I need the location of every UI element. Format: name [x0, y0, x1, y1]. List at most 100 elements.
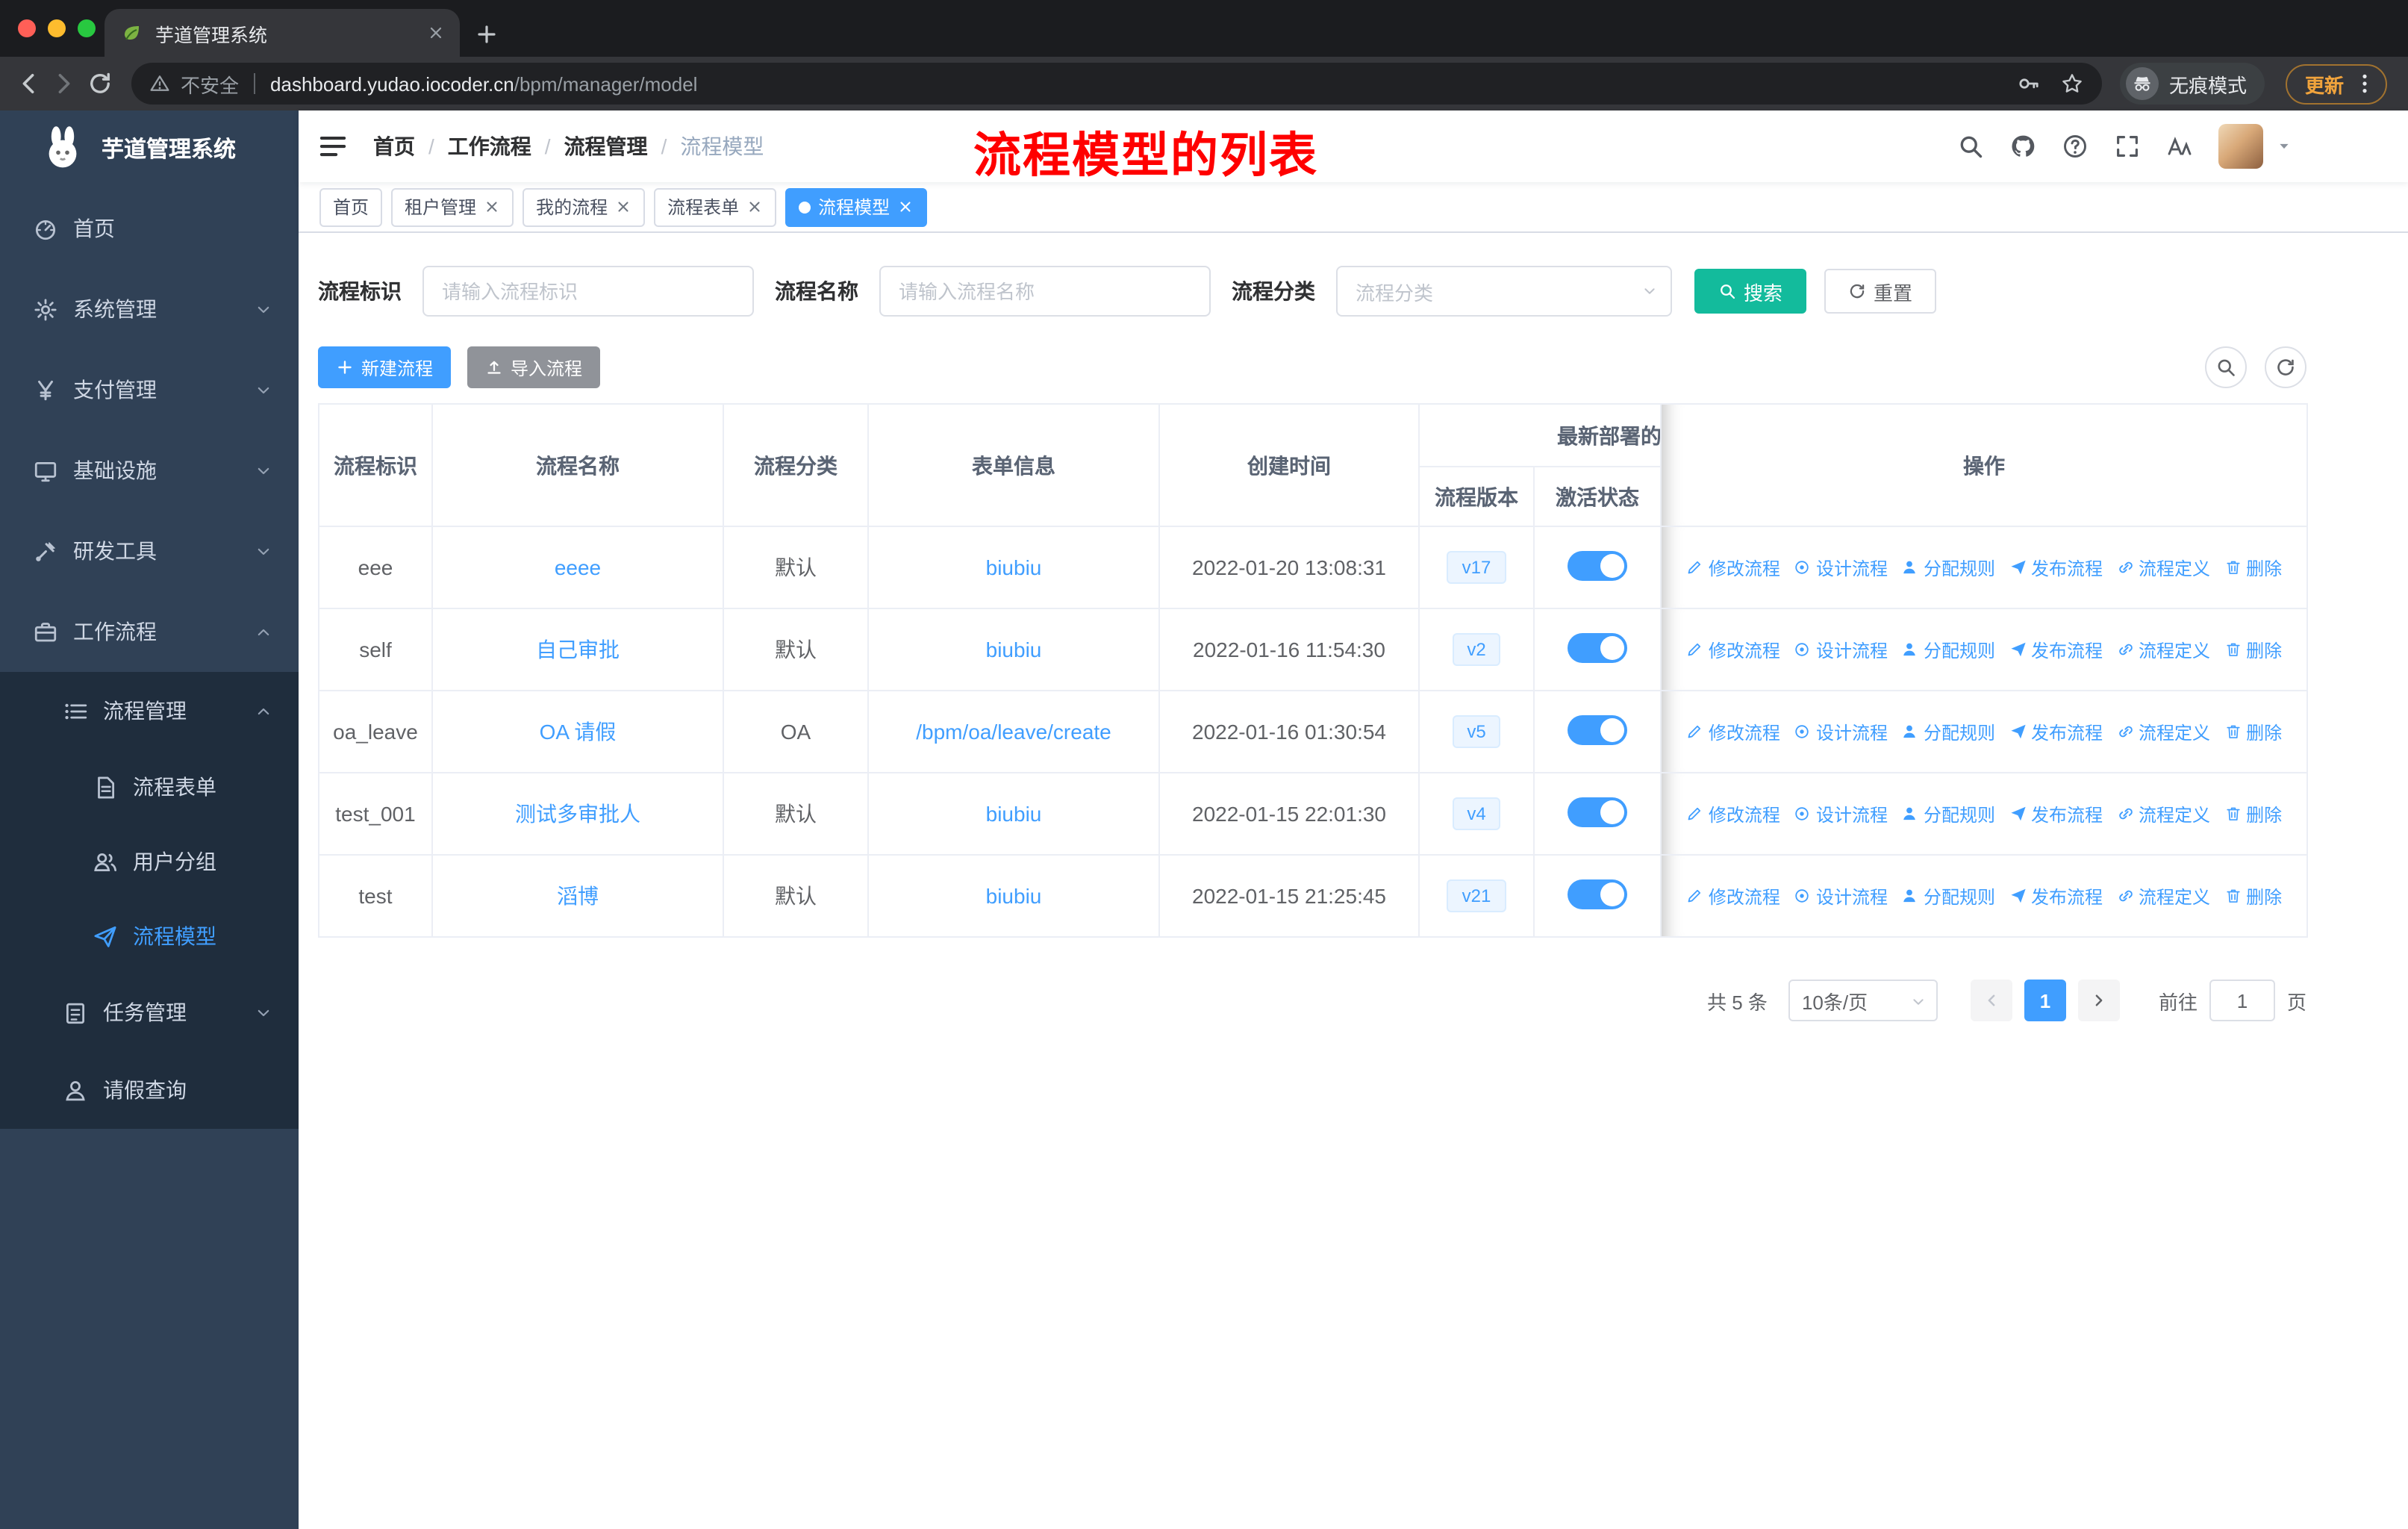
action-design[interactable]: 设计流程 [1794, 555, 1888, 580]
refresh-table-button[interactable] [2265, 346, 2306, 388]
address-bar[interactable]: 不安全 dashboard.yudao.iocoder.cn/bpm/manag… [131, 63, 2102, 105]
close-tag-icon[interactable] [746, 199, 763, 215]
action-publish[interactable]: 发布流程 [2009, 555, 2103, 580]
process-name-link[interactable]: eeee [555, 555, 601, 579]
process-key-input[interactable] [422, 266, 754, 317]
breadcrumb-item[interactable]: 工作流程 [448, 131, 531, 161]
action-assign-rule[interactable]: 分配规则 [1901, 883, 1995, 909]
new-tab-button[interactable] [475, 22, 499, 46]
action-design[interactable]: 设计流程 [1794, 637, 1888, 662]
tag-my-process[interactable]: 我的流程 [523, 187, 646, 226]
close-window-button[interactable] [18, 19, 36, 37]
action-delete[interactable]: 删除 [2224, 719, 2282, 744]
action-modify[interactable]: 修改流程 [1686, 637, 1780, 662]
form-link[interactable]: biubiu [986, 884, 1042, 908]
action-publish[interactable]: 发布流程 [2009, 719, 2103, 744]
active-toggle[interactable] [1568, 797, 1627, 826]
process-name-link[interactable]: OA 请假 [540, 720, 617, 744]
action-definition[interactable]: 流程定义 [2116, 555, 2210, 580]
close-tag-icon[interactable] [615, 199, 631, 215]
action-modify[interactable]: 修改流程 [1686, 555, 1780, 580]
category-select[interactable]: 流程分类 [1336, 266, 1672, 317]
form-link[interactable]: biubiu [986, 802, 1042, 826]
search-icon[interactable] [1957, 133, 1984, 160]
active-toggle[interactable] [1568, 714, 1627, 744]
action-delete[interactable]: 删除 [2224, 555, 2282, 580]
action-publish[interactable]: 发布流程 [2009, 883, 2103, 909]
action-publish[interactable]: 发布流程 [2009, 801, 2103, 826]
github-icon[interactable] [2009, 133, 2036, 160]
collapse-sidebar-icon[interactable] [316, 130, 349, 163]
help-icon[interactable] [2062, 133, 2089, 160]
logo[interactable]: 芋道管理系统 [0, 110, 299, 185]
action-modify[interactable]: 修改流程 [1686, 883, 1780, 909]
close-tag-icon[interactable] [897, 199, 914, 215]
zoom-window-button[interactable] [78, 19, 96, 37]
browser-tab[interactable]: 芋道管理系统 [105, 9, 460, 57]
tag-tenant-management[interactable]: 租户管理 [391, 187, 514, 226]
action-design[interactable]: 设计流程 [1794, 719, 1888, 744]
search-button[interactable]: 搜索 [1694, 269, 1807, 314]
active-toggle[interactable] [1568, 632, 1627, 662]
action-assign-rule[interactable]: 分配规则 [1901, 719, 1995, 744]
tag-home[interactable]: 首页 [319, 187, 383, 226]
tag-process-form[interactable]: 流程表单 [654, 187, 777, 226]
action-design[interactable]: 设计流程 [1794, 801, 1888, 826]
browser-menu-icon[interactable] [2353, 72, 2377, 96]
tag-process-model[interactable]: 流程模型 [785, 187, 928, 226]
current-page-button[interactable]: 1 [2024, 980, 2066, 1021]
active-toggle[interactable] [1568, 550, 1627, 580]
process-name-link[interactable]: 测试多审批人 [515, 802, 640, 826]
security-warning-icon[interactable] [149, 73, 170, 94]
font-size-icon[interactable] [2166, 133, 2193, 160]
reload-button[interactable] [87, 70, 113, 97]
form-link[interactable]: biubiu [986, 555, 1042, 579]
toggle-search-button[interactable] [2205, 346, 2247, 388]
action-definition[interactable]: 流程定义 [2116, 883, 2210, 909]
action-modify[interactable]: 修改流程 [1686, 801, 1780, 826]
fullscreen-icon[interactable] [2114, 133, 2141, 160]
process-name-link[interactable]: 自己审批 [536, 638, 620, 661]
next-page-button[interactable] [2077, 980, 2120, 1021]
sidebar-item-process-form[interactable]: 流程表单 [0, 750, 299, 824]
close-tab-icon[interactable] [427, 24, 445, 42]
import-process-button[interactable]: 导入流程 [467, 346, 601, 388]
process-name-link[interactable]: 滔博 [557, 884, 599, 908]
action-assign-rule[interactable]: 分配规则 [1901, 637, 1995, 662]
sidebar-item-process-model[interactable]: 流程模型 [0, 899, 299, 974]
breadcrumb-item[interactable]: 流程管理 [564, 131, 648, 161]
bookmark-star-icon[interactable] [2060, 72, 2084, 96]
sidebar-item-process-management[interactable]: 流程管理 [0, 672, 299, 750]
prev-page-button[interactable] [1970, 980, 2012, 1021]
update-button[interactable]: 更新 [2285, 63, 2387, 104]
sidebar-item-leave-query[interactable]: 请假查询 [0, 1051, 299, 1129]
sidebar-item-user-group[interactable]: 用户分组 [0, 824, 299, 899]
action-delete[interactable]: 删除 [2224, 637, 2282, 662]
action-definition[interactable]: 流程定义 [2116, 719, 2210, 744]
action-modify[interactable]: 修改流程 [1686, 719, 1780, 744]
page-size-select[interactable]: 10条/页 [1788, 980, 1938, 1021]
sidebar-item-infrastructure[interactable]: 基础设施 [0, 430, 299, 511]
reset-button[interactable]: 重置 [1824, 269, 1937, 314]
sidebar-item-workflow[interactable]: 工作流程 [0, 591, 299, 672]
action-assign-rule[interactable]: 分配规则 [1901, 801, 1995, 826]
goto-page-input[interactable] [2209, 980, 2275, 1021]
action-delete[interactable]: 删除 [2224, 883, 2282, 909]
sidebar-item-payment-management[interactable]: 支付管理 [0, 349, 299, 430]
action-assign-rule[interactable]: 分配规则 [1901, 555, 1995, 580]
forward-button[interactable] [51, 70, 78, 97]
process-name-input[interactable] [879, 266, 1211, 317]
action-definition[interactable]: 流程定义 [2116, 637, 2210, 662]
minimize-window-button[interactable] [48, 19, 66, 37]
action-publish[interactable]: 发布流程 [2009, 637, 2103, 662]
avatar[interactable] [2218, 124, 2263, 169]
action-definition[interactable]: 流程定义 [2116, 801, 2210, 826]
back-button[interactable] [15, 70, 42, 97]
sidebar-item-system-management[interactable]: 系统管理 [0, 269, 299, 349]
form-link[interactable]: biubiu [986, 638, 1042, 661]
sidebar-item-home[interactable]: 首页 [0, 188, 299, 269]
close-tag-icon[interactable] [484, 199, 500, 215]
action-delete[interactable]: 删除 [2224, 801, 2282, 826]
breadcrumb-item[interactable]: 首页 [373, 131, 415, 161]
create-process-button[interactable]: 新建流程 [318, 346, 452, 388]
